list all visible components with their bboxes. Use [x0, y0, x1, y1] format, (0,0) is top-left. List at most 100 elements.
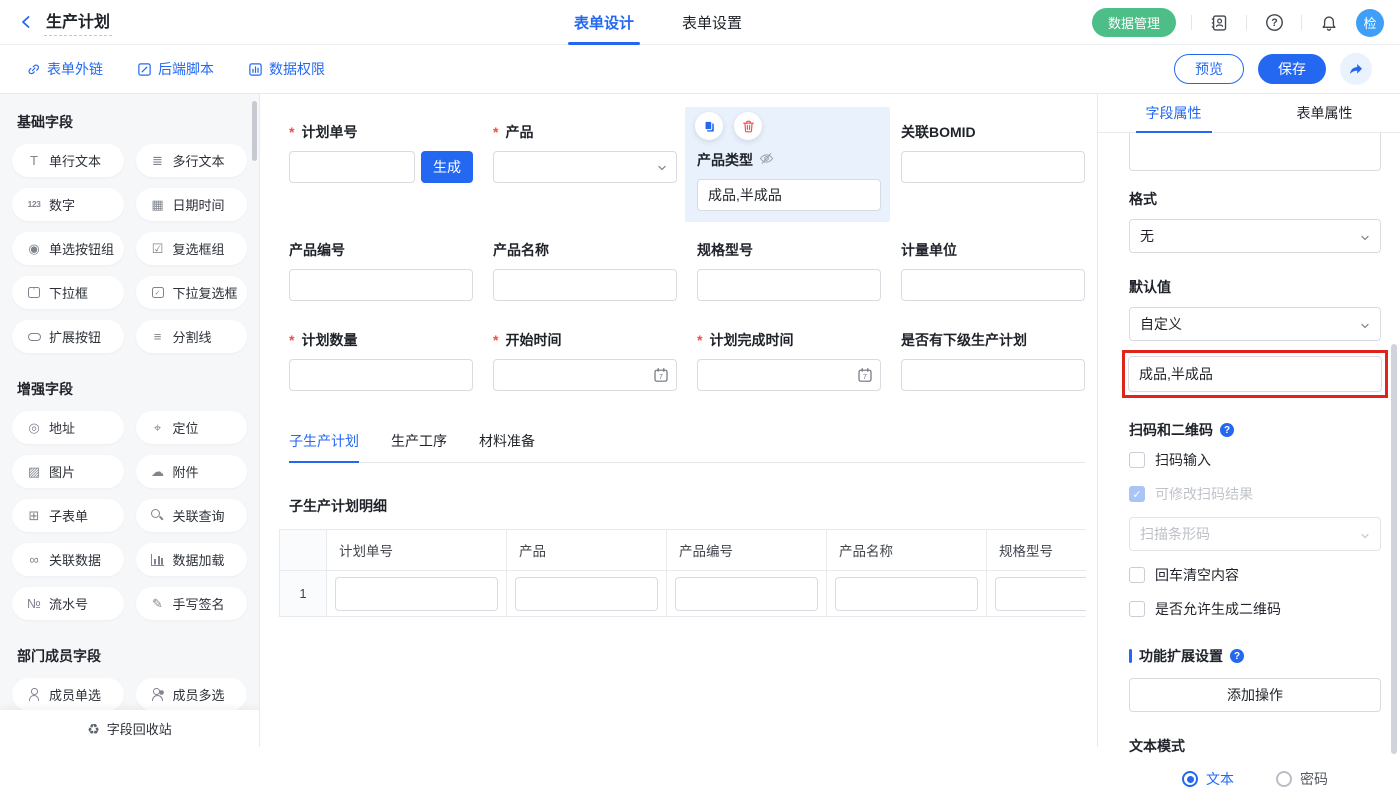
cell-product-name-input[interactable] — [835, 577, 978, 611]
address-book-icon[interactable] — [1207, 11, 1231, 35]
tab-production-process[interactable]: 生产工序 — [391, 431, 447, 462]
spec-model-input[interactable] — [697, 269, 881, 301]
field-product-code[interactable]: 产品编号 — [289, 242, 473, 301]
default-value-input[interactable] — [1128, 356, 1382, 392]
tab-sub-production-plan[interactable]: 子生产计划 — [289, 431, 359, 462]
field-item-divider[interactable]: ≡分割线 — [136, 320, 248, 353]
field-item-lookup[interactable]: 关联查询 — [136, 499, 248, 532]
backend-script-link[interactable]: 后端脚本 — [137, 59, 214, 79]
subform-table: 计划单号 产品 产品编号 产品名称 规格型号 1 — [279, 529, 1086, 617]
field-item-checkbox-group[interactable]: ☑复选框组 — [136, 232, 248, 265]
cell-product-input[interactable] — [515, 577, 658, 611]
radio-unselected-icon[interactable] — [1276, 771, 1292, 787]
field-item-subform[interactable]: ⊞子表单 — [12, 499, 124, 532]
field-item-member-multi[interactable]: 成员多选 — [136, 678, 248, 711]
field-item-radio-group[interactable]: ◉单选按钮组 — [12, 232, 124, 265]
radio-selected-icon[interactable] — [1182, 771, 1198, 787]
field-recycle-bin[interactable]: ♻ 字段回收站 — [0, 710, 259, 747]
product-type-input[interactable] — [697, 179, 881, 211]
copy-field-button[interactable] — [695, 112, 723, 140]
panel-scrollbar[interactable] — [1391, 344, 1397, 754]
field-library-sidebar: 基础字段 T单行文本 ≣多行文本 123数字 ▦日期时间 ◉单选按钮组 ☑复选框… — [0, 94, 260, 747]
question-badge-icon[interactable] — [1220, 423, 1234, 437]
field-plan-finish-time[interactable]: 计划完成时间 7 — [697, 332, 881, 391]
checkbox-icon[interactable] — [1129, 452, 1145, 468]
unit-input[interactable] — [901, 269, 1085, 301]
field-item-attachment[interactable]: ☁附件 — [136, 455, 248, 488]
field-item-address[interactable]: ◎地址 — [12, 411, 124, 444]
field-title-input-partial[interactable] — [1129, 133, 1381, 171]
tab-form-design[interactable]: 表单设计 — [568, 0, 640, 45]
format-select[interactable]: 无 — [1129, 219, 1381, 253]
checkbox-icon[interactable] — [1129, 567, 1145, 583]
field-item-multi-dropdown[interactable]: ✓下拉复选框 — [136, 276, 248, 309]
back-icon[interactable] — [18, 14, 34, 30]
default-mode-select[interactable]: 自定义 — [1129, 307, 1381, 341]
tab-form-properties[interactable]: 表单属性 — [1249, 94, 1400, 132]
tab-field-properties[interactable]: 字段属性 — [1098, 94, 1249, 132]
plan-quantity-input[interactable] — [289, 359, 473, 391]
tab-material-preparation[interactable]: 材料准备 — [479, 431, 535, 462]
checkbox-label: 回车清空内容 — [1155, 565, 1239, 585]
product-name-input[interactable] — [493, 269, 677, 301]
data-manage-button[interactable]: 数据管理 — [1092, 8, 1176, 37]
page-title[interactable]: 生产计划 — [44, 8, 112, 36]
bell-icon[interactable] — [1317, 11, 1341, 35]
radio-text[interactable]: 文本 — [1182, 769, 1234, 789]
field-unit[interactable]: 计量单位 — [901, 242, 1085, 301]
form-external-link[interactable]: 表单外链 — [26, 59, 103, 79]
field-item-serial-number[interactable]: №流水号 — [12, 587, 124, 620]
cell-spec-model-input[interactable] — [995, 577, 1086, 611]
field-product[interactable]: 产品 — [493, 124, 677, 211]
address-icon: ◎ — [26, 421, 42, 434]
delete-field-button[interactable] — [734, 112, 762, 140]
tab-form-settings[interactable]: 表单设置 — [676, 0, 748, 45]
field-product-name[interactable]: 产品名称 — [493, 242, 677, 301]
radio-password[interactable]: 密码 — [1276, 769, 1328, 789]
field-item-location[interactable]: ⌖定位 — [136, 411, 248, 444]
field-item-member-single[interactable]: 成员单选 — [12, 678, 124, 711]
has-sub-plan-input[interactable] — [901, 359, 1085, 391]
field-item-number[interactable]: 123数字 — [12, 188, 124, 221]
add-action-button[interactable]: 添加操作 — [1129, 678, 1381, 712]
bom-id-input[interactable] — [901, 151, 1085, 183]
field-plan-number[interactable]: 计划单号 生成 — [289, 124, 473, 211]
field-bom-id[interactable]: 关联BOMID — [901, 124, 1085, 211]
start-time-input[interactable] — [493, 359, 677, 391]
field-item-signature[interactable]: ✎手写签名 — [136, 587, 248, 620]
field-item-image[interactable]: ▨图片 — [12, 455, 124, 488]
checkbox-scan-input[interactable]: 扫码输入 — [1129, 450, 1381, 470]
avatar[interactable]: 检 — [1356, 9, 1384, 37]
generate-button[interactable]: 生成 — [421, 151, 473, 183]
preview-button[interactable]: 预览 — [1174, 54, 1244, 84]
sidebar-scrollbar[interactable] — [252, 101, 257, 161]
data-permission-link[interactable]: 数据权限 — [248, 59, 325, 79]
field-plan-quantity[interactable]: 计划数量 — [289, 332, 473, 391]
question-badge-icon[interactable] — [1230, 649, 1244, 663]
field-item-multi-text[interactable]: ≣多行文本 — [136, 144, 248, 177]
field-has-sub-plan[interactable]: 是否有下级生产计划 — [901, 332, 1085, 391]
checkbox-icon[interactable] — [1129, 601, 1145, 617]
field-item-extend-button[interactable]: 扩展按钮 — [12, 320, 124, 353]
help-icon[interactable]: ? — [1262, 11, 1286, 35]
field-spec-model[interactable]: 规格型号 — [697, 242, 881, 301]
checkbox-clear-on-enter[interactable]: 回车清空内容 — [1129, 565, 1381, 585]
field-product-type-selected[interactable]: 产品类型 — [697, 124, 881, 211]
field-item-datetime[interactable]: ▦日期时间 — [136, 188, 248, 221]
cell-plan-number-input[interactable] — [335, 577, 498, 611]
text-mode-label: 文本模式 — [1129, 736, 1381, 756]
plan-number-input[interactable] — [289, 151, 415, 183]
field-item-linked-data[interactable]: ∞关联数据 — [12, 543, 124, 576]
share-button[interactable] — [1340, 53, 1372, 85]
cell-product-code-input[interactable] — [675, 577, 818, 611]
product-code-input[interactable] — [289, 269, 473, 301]
product-select[interactable] — [493, 151, 677, 183]
field-item-label: 日期时间 — [173, 195, 225, 214]
save-button[interactable]: 保存 — [1258, 54, 1326, 84]
checkbox-allow-qr[interactable]: 是否允许生成二维码 — [1129, 599, 1381, 619]
field-item-data-load[interactable]: 数据加载 — [136, 543, 248, 576]
field-item-dropdown[interactable]: ˇ下拉框 — [12, 276, 124, 309]
field-start-time[interactable]: 开始时间 7 — [493, 332, 677, 391]
field-item-single-text[interactable]: T单行文本 — [12, 144, 124, 177]
plan-finish-time-input[interactable] — [697, 359, 881, 391]
